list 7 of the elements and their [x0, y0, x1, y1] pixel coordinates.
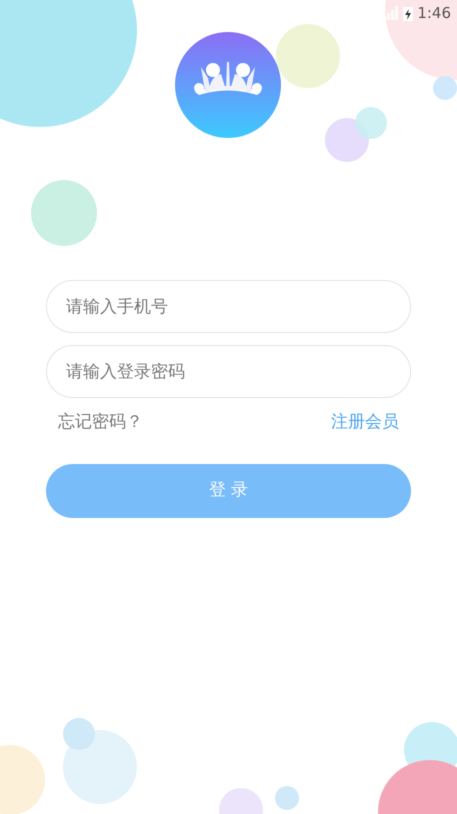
password-input-field[interactable]: 请输入登录密码 [46, 345, 411, 398]
login-button[interactable]: 登 录 [46, 464, 411, 518]
register-link[interactable]: 注册会员 [331, 410, 399, 436]
battery-charging-icon [403, 6, 414, 20]
status-time: 1:46 [417, 2, 451, 24]
phone-input-field[interactable]: 请输入手机号 [46, 280, 411, 333]
forgot-password-link[interactable]: 忘记密码？ [58, 410, 143, 436]
